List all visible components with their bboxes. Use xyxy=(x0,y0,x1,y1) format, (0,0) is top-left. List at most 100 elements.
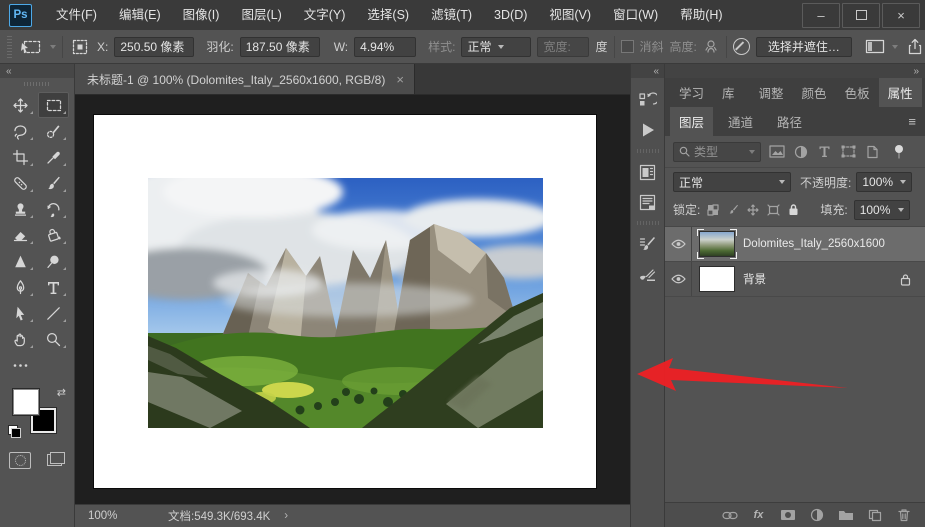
canvas-page[interactable] xyxy=(94,115,596,488)
sharpen-tool[interactable] xyxy=(5,248,36,274)
layer-style-fx-icon[interactable]: fx xyxy=(750,507,767,524)
path-selection-tool[interactable] xyxy=(5,300,36,326)
add-layer-mask-icon[interactable] xyxy=(779,507,796,524)
panel-menu-icon[interactable]: ≡ xyxy=(922,78,925,107)
zoom-level-field[interactable]: 100% xyxy=(88,510,140,522)
menu-select[interactable]: 选择(S) xyxy=(356,0,420,30)
menu-view[interactable]: 视图(V) xyxy=(538,0,602,30)
default-colors-icon[interactable] xyxy=(8,425,21,438)
dodge-tool[interactable] xyxy=(38,248,69,274)
lock-position-icon[interactable] xyxy=(746,203,760,217)
tab-color[interactable]: 颜色 xyxy=(793,78,836,107)
spot-healing-brush-tool[interactable] xyxy=(5,170,36,196)
swap-colors-icon[interactable]: ⇄ xyxy=(57,386,66,399)
minimize-button[interactable]: – xyxy=(802,2,840,28)
paragraph-panel-icon[interactable] xyxy=(635,189,661,215)
document-close-icon[interactable]: × xyxy=(396,73,404,86)
canvas-viewport[interactable] xyxy=(75,95,630,504)
tab-paths[interactable]: 路径 xyxy=(768,107,811,136)
options-bar-grip[interactable] xyxy=(7,35,12,58)
move-tool[interactable] xyxy=(5,92,36,118)
menu-layer[interactable]: 图层(L) xyxy=(230,0,292,30)
status-chevron-icon[interactable]: › xyxy=(284,510,288,522)
visibility-toggle[interactable] xyxy=(665,227,692,261)
clone-stamp-tool[interactable] xyxy=(5,196,36,222)
tools-panel-grip[interactable] xyxy=(24,82,50,86)
hand-tool[interactable] xyxy=(5,326,36,352)
new-adjustment-layer-icon[interactable] xyxy=(808,507,825,524)
menu-image[interactable]: 图像(I) xyxy=(172,0,231,30)
width-percent-input[interactable]: 4.94% xyxy=(354,36,417,57)
lasso-tool[interactable] xyxy=(5,118,36,144)
link-layers-icon[interactable] xyxy=(721,507,738,524)
filter-toggle-pin-icon[interactable] xyxy=(890,143,907,160)
delete-layer-icon[interactable] xyxy=(895,507,912,524)
paint-bucket-tool[interactable] xyxy=(38,222,69,248)
document-tab[interactable]: 未标题-1 @ 100% (Dolomites_Italy_2560x1600,… xyxy=(75,64,415,94)
panel-dock-header[interactable]: » xyxy=(665,64,925,78)
filter-adjustment-layers-icon[interactable] xyxy=(792,143,809,160)
tab-channels[interactable]: 通道 xyxy=(719,107,762,136)
workspace-caret-icon[interactable] xyxy=(891,44,898,49)
menu-help[interactable]: 帮助(H) xyxy=(669,0,733,30)
select-and-mask-button[interactable]: 选择并遮住… xyxy=(755,36,852,57)
menu-type[interactable]: 文字(Y) xyxy=(293,0,357,30)
dock-header[interactable]: « xyxy=(631,64,664,78)
menu-window[interactable]: 窗口(W) xyxy=(602,0,669,30)
layer-thumbnail[interactable] xyxy=(699,266,735,292)
foreground-color-swatch[interactable] xyxy=(12,388,40,416)
type-tool[interactable] xyxy=(38,274,69,300)
share-icon[interactable] xyxy=(904,38,925,55)
tab-properties[interactable]: 属性 xyxy=(878,78,922,107)
photoshop-logo-icon[interactable]: Ps xyxy=(9,3,32,27)
blend-mode-dropdown[interactable]: 正常 xyxy=(673,172,791,192)
eyedropper-tool[interactable] xyxy=(38,144,69,170)
close-button[interactable]: × xyxy=(882,2,920,28)
menu-3d[interactable]: 3D(D) xyxy=(483,0,538,30)
antialias-checkbox[interactable] xyxy=(620,40,634,53)
document-size-info[interactable]: 文档:549.3K/693.4K xyxy=(168,508,270,524)
tab-adjustments[interactable]: 调整 xyxy=(750,78,793,107)
layer-thumbnail[interactable] xyxy=(697,229,737,259)
layer-row-dolomites[interactable]: Dolomites_Italy_2560x1600 xyxy=(665,227,925,262)
brushes-panel-icon[interactable] xyxy=(635,261,661,287)
lock-transparency-icon[interactable] xyxy=(706,203,720,217)
tab-layers[interactable]: 图层 xyxy=(670,107,714,136)
brush-tool[interactable] xyxy=(38,170,69,196)
new-selection-mode-icon[interactable] xyxy=(69,38,91,55)
layer-name[interactable]: Dolomites_Italy_2560x1600 xyxy=(743,238,885,250)
maximize-button[interactable] xyxy=(842,2,880,28)
tool-preset-icon[interactable] xyxy=(18,38,44,55)
rectangular-marquee-tool[interactable] xyxy=(38,92,69,118)
fill-dropdown[interactable]: 100% xyxy=(853,199,910,220)
x-position-input[interactable]: 250.50 像素 xyxy=(114,36,195,57)
menu-filter[interactable]: 滤镜(T) xyxy=(420,0,483,30)
tool-preset-caret-icon[interactable] xyxy=(50,44,56,49)
pen-tool[interactable] xyxy=(5,274,36,300)
filter-type-dropdown[interactable]: 类型 xyxy=(673,141,761,162)
crop-tool[interactable] xyxy=(5,144,36,170)
workspace-panel-icon[interactable] xyxy=(864,38,886,55)
lock-artboard-icon[interactable] xyxy=(766,203,780,217)
tab-learn[interactable]: 学习 xyxy=(670,78,713,107)
filter-smart-objects-icon[interactable] xyxy=(864,143,881,160)
link-dimensions-icon[interactable] xyxy=(703,38,720,55)
style-dropdown[interactable]: 正常 xyxy=(461,36,532,57)
brush-settings-panel-icon[interactable] xyxy=(635,231,661,257)
quick-mask-icon[interactable] xyxy=(9,452,31,469)
lock-all-icon[interactable] xyxy=(786,203,800,217)
feather-input[interactable]: 187.50 像素 xyxy=(239,36,320,57)
filter-type-layers-icon[interactable] xyxy=(816,143,833,160)
filter-pixel-layers-icon[interactable] xyxy=(768,143,785,160)
tab-swatches[interactable]: 色板 xyxy=(836,78,879,107)
history-panel-icon[interactable] xyxy=(635,87,661,113)
lock-pixels-icon[interactable] xyxy=(726,203,740,217)
eraser-tool[interactable] xyxy=(5,222,36,248)
tools-panel-header[interactable]: « xyxy=(0,64,74,78)
edit-toolbar-icon[interactable] xyxy=(5,352,36,378)
line-tool[interactable] xyxy=(38,300,69,326)
zoom-tool[interactable] xyxy=(38,326,69,352)
filter-shape-layers-icon[interactable] xyxy=(840,143,857,160)
layer-name[interactable]: 背景 xyxy=(743,271,766,287)
history-brush-tool[interactable] xyxy=(38,196,69,222)
